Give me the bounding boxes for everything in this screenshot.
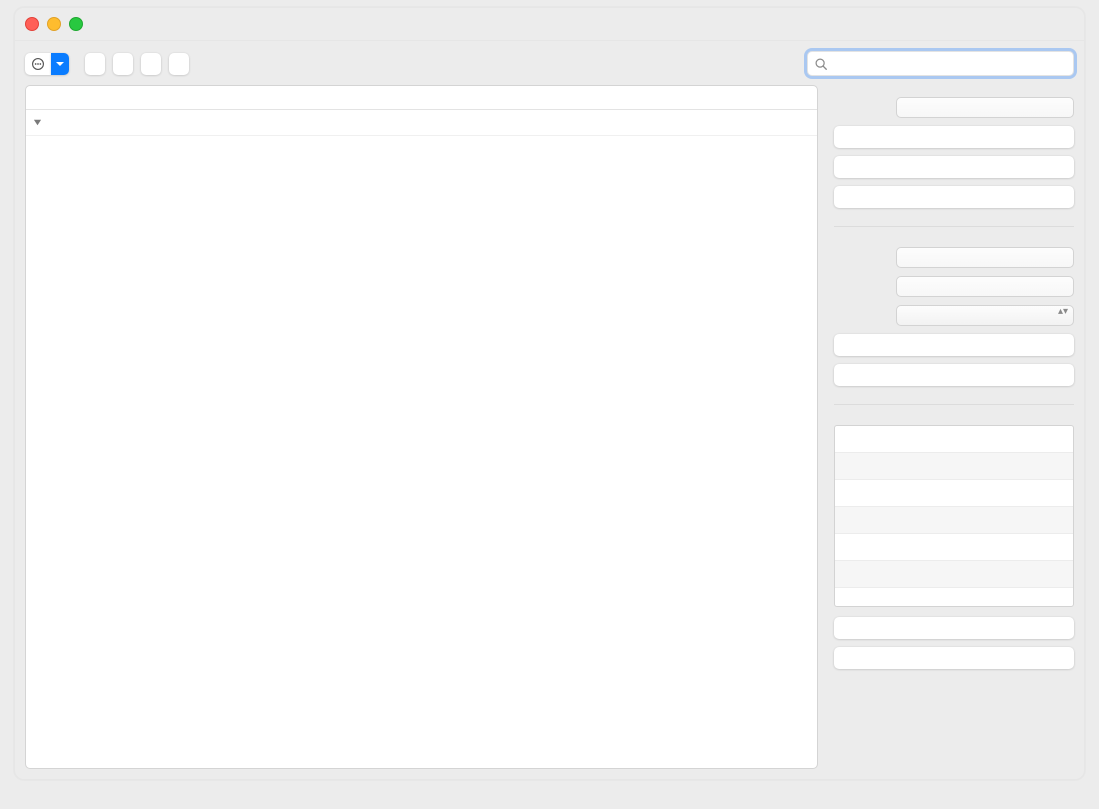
delete-assign-button[interactable] [834,647,1074,669]
window-title [15,8,1084,40]
group-row-global[interactable] [26,110,817,136]
table-body [26,110,817,768]
side-tb-label-input[interactable] [896,276,1074,297]
view-options-button[interactable] [25,53,51,75]
zoom-window-button[interactable] [69,17,83,31]
side-panel: ▴▾ [834,85,1074,769]
table-header [26,86,817,110]
search-field-wrap [807,51,1074,76]
new-assign-button[interactable] [834,617,1074,639]
side-tb-button-input[interactable] [896,247,1074,268]
ellipsis-circle-icon [31,57,45,71]
side-key-input[interactable] [896,97,1074,118]
chevron-updown-icon: ▴▾ [1058,308,1068,315]
close-window-button[interactable] [25,17,39,31]
side-tb-color-select[interactable]: ▴▾ [896,305,1074,326]
minimize-window-button[interactable] [47,17,61,31]
toolbar [15,41,1084,91]
customized-button[interactable] [85,53,105,75]
titlebar [15,8,1084,41]
chevron-down-icon [55,59,65,69]
view-options-menu-button[interactable] [51,53,69,75]
pressed-button[interactable] [169,53,189,75]
delete-key-button[interactable] [834,186,1074,208]
assign-list[interactable] [834,425,1074,607]
disclosure-triangle-icon[interactable] [32,118,42,128]
conflicts-button[interactable] [141,53,161,75]
register-by-position-button[interactable] [834,156,1074,178]
side-keyboard-section [834,85,1074,227]
side-touchbar-section: ▴▾ [834,235,1074,405]
register-touchbar-button[interactable] [834,334,1074,356]
side-assign-section [834,413,1074,687]
search-input[interactable] [832,55,1069,72]
search-icon [814,57,828,71]
commands-table [25,85,818,769]
multi-use-button[interactable] [113,53,133,75]
delete-touchbar-button[interactable] [834,364,1074,386]
register-by-label-button[interactable] [834,126,1074,148]
